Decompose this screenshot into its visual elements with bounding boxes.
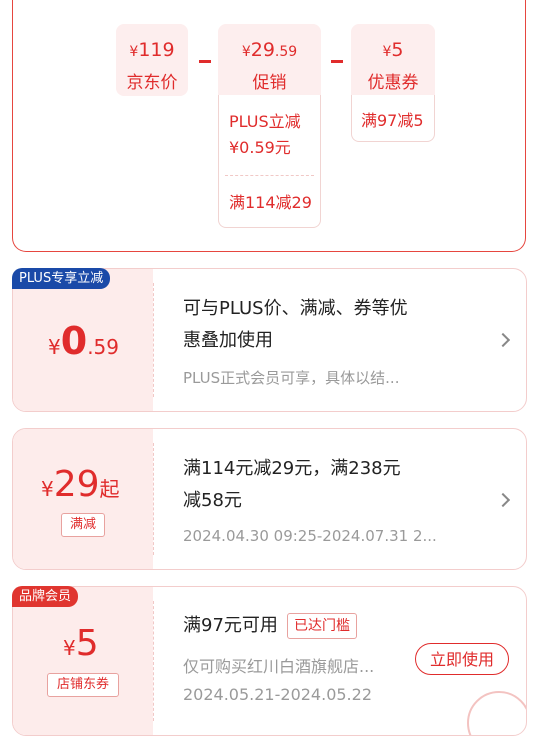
coupon-price-box: ¥5 优惠券: [351, 24, 435, 96]
full-reduction-amount: ¥29起: [41, 464, 120, 505]
minus-sign: [199, 60, 211, 63]
plus-amount: ¥0.59: [48, 319, 119, 363]
received-stamp: [467, 691, 526, 735]
full-reduction-title: 满114元减29元，满238元 减58元: [183, 458, 401, 511]
coupon-details: 满97减5: [351, 95, 435, 142]
jd-price-label: 京东价: [126, 73, 178, 93]
plus-subtext: PLUS正式会员可享，具体以结...: [183, 369, 400, 387]
threshold-reached-badge: 已达门槛: [287, 613, 357, 639]
promo-label: 促销: [252, 73, 287, 93]
full-reduction-badge: 满减: [61, 513, 105, 537]
promo-detail-plus-amount: ¥0.59元: [229, 138, 291, 157]
price-summary: ¥119 京东价 ¥29.59 促销 PLUS立减 ¥0.59元 满114减29…: [12, 0, 526, 252]
chevron-right-icon[interactable]: [495, 492, 511, 508]
promo-amount: ¥29.59: [241, 39, 298, 61]
coupon-title: 满97元可用: [183, 615, 278, 636]
coupon-scope: 仅可购买红川白酒旗舰店...: [183, 657, 375, 676]
full-reduction-period: 2024.04.30 09:25-2024.07.31 2...: [183, 527, 437, 545]
divider: [153, 443, 154, 555]
plus-discount-card[interactable]: ¥0.59 可与PLUS价、满减、券等优 惠叠加使用 PLUS正式会员可享，具体…: [12, 268, 527, 412]
promo-details: PLUS立减 ¥0.59元 满114减29: [218, 95, 321, 228]
promo-price-box: ¥29.59 促销: [218, 24, 321, 96]
store-coupon-card: ¥5 店铺东券 满97元可用 已达门槛 仅可购买红川白酒旗舰店... 2024.…: [12, 586, 527, 736]
coupon-label: 优惠券: [367, 73, 419, 93]
brand-member-tag: 品牌会员: [12, 586, 79, 607]
divider: [153, 601, 154, 721]
jd-price-box: ¥119 京东价: [116, 24, 188, 96]
jd-price-amount: ¥119: [129, 39, 175, 61]
use-now-button[interactable]: 立即使用: [415, 643, 509, 675]
plus-tag: PLUS专享立减: [12, 268, 111, 289]
full-reduction-card[interactable]: ¥29起 满减 满114元减29元，满238元 减58元 2024.04.30 …: [12, 428, 527, 570]
coupon-date: 2024.05.21-2024.05.22: [183, 685, 372, 704]
chevron-right-icon[interactable]: [495, 332, 511, 348]
divider: [153, 283, 154, 397]
coupon-amount: ¥5: [382, 39, 404, 61]
store-coupon-badge: 店铺东券: [47, 673, 119, 697]
plus-title: 可与PLUS价、满减、券等优 惠叠加使用: [183, 298, 408, 351]
coupon-detail: 满97减5: [361, 111, 424, 130]
coupon-card-amount: ¥5: [63, 623, 99, 664]
promo-detail-plus: PLUS立减: [229, 112, 301, 131]
promo-detail-full-reduction: 满114减29: [229, 193, 312, 212]
minus-sign-2: [331, 60, 343, 63]
